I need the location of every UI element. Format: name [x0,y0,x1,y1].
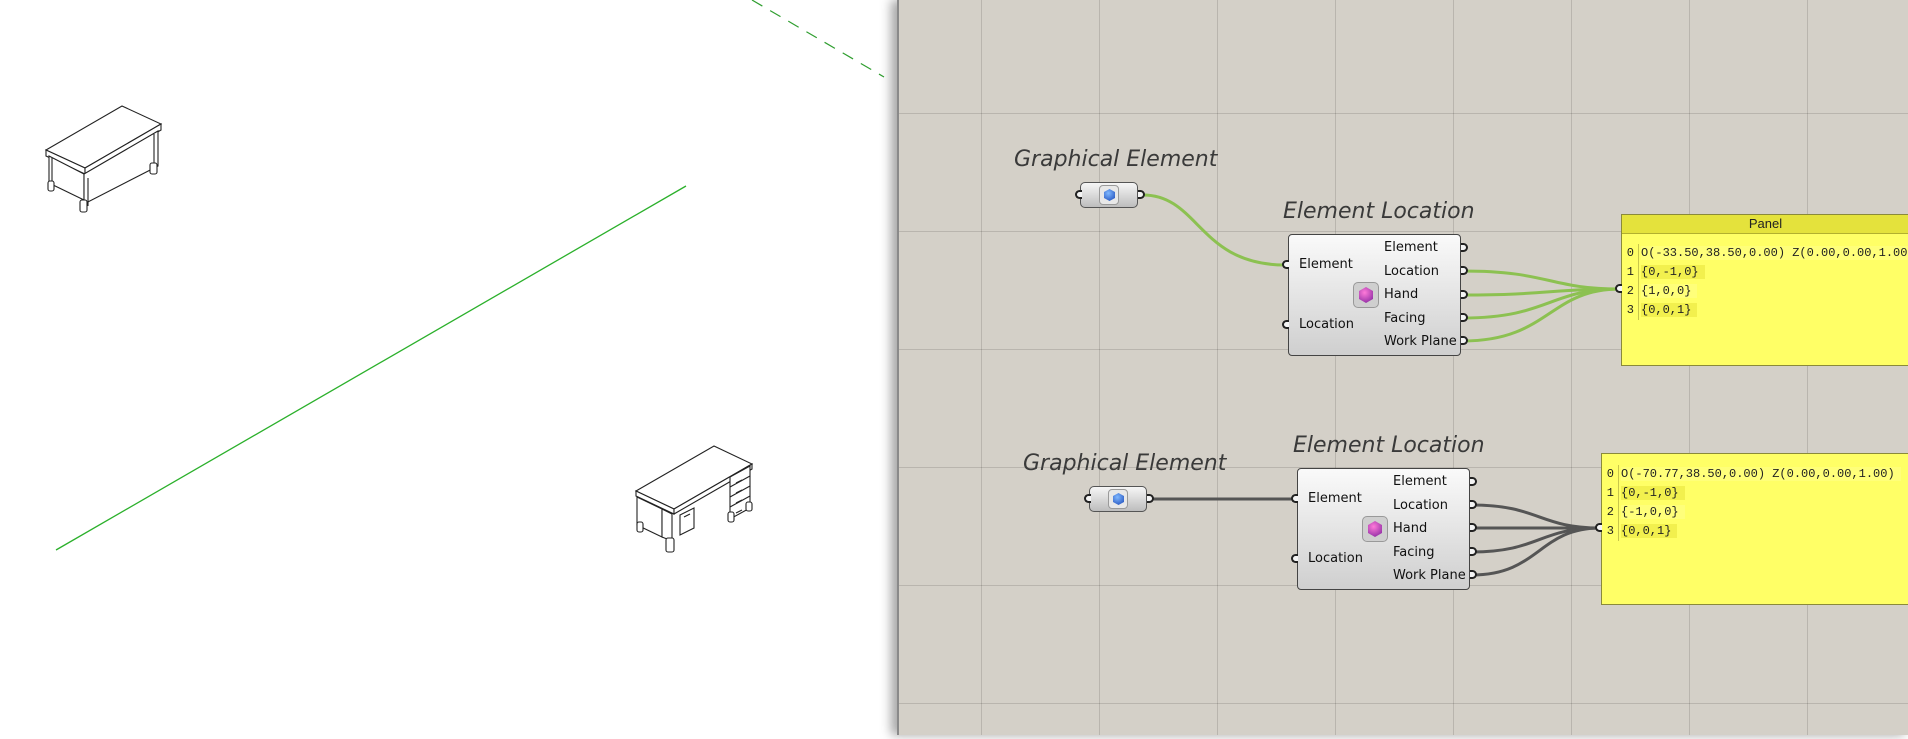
desk-small-icon[interactable] [44,105,163,213]
panel-row: 2 {1,0,0} [1622,282,1908,301]
wire-param-to-element[interactable] [1142,193,1286,267]
panel-row: 2 {-1,0,0} [1602,503,1908,522]
panel-row-value: O(-70.77,38.50,0.00) Z(0.00,0.00,1.00) [1621,467,1901,481]
panel-row-value: O(-33.50,38.50,0.00) Z(0.00,0.00,1.00) [1641,246,1908,260]
panel-row-value: {0,0,1} [1621,524,1678,538]
output-location-label[interactable]: Location [1393,498,1448,513]
output-facing-label[interactable]: Facing [1384,311,1426,326]
panel-row-index: 1 [1602,484,1619,503]
panel-row-index: 0 [1622,244,1639,263]
panel-row: 1 {0,-1,0} [1622,263,1908,282]
panel-row-index: 3 [1622,301,1639,320]
panel-row-value: {0,-1,0} [1641,265,1705,279]
wire-element-output-location-2[interactable] [1471,503,1601,530]
input-location-label[interactable]: Location [1308,551,1363,566]
input-location-grip-2[interactable] [1291,554,1298,563]
panel-row-index: 3 [1602,522,1619,541]
wire-element-output-location[interactable] [1462,269,1621,291]
panel-row-index: 1 [1622,263,1639,282]
graphical-element-title-2: Graphical Element [1023,451,1227,476]
output-element-label[interactable]: Element [1384,240,1438,255]
revit-3d-view[interactable] [0,0,897,735]
grasshopper-canvas[interactable]: Graphical Element Element Location Eleme… [897,0,1908,735]
panel-row-index: 2 [1602,503,1619,522]
panel-row-value: {0,0,1} [1641,303,1698,317]
panel-header[interactable]: Panel [1622,215,1908,234]
wire-element-output-facing-2[interactable] [1471,526,1601,554]
panel-output-1[interactable]: Panel 0 O(-33.50,38.50,0.00) Z(0.00,0.00,… [1621,214,1908,366]
revit-view-canvas [44,0,885,553]
output-facing-label[interactable]: Facing [1393,545,1435,560]
panel-row-value: {0,-1,0} [1621,486,1685,500]
output-workplane-label[interactable]: Work Plane [1393,568,1466,583]
param-input-grip[interactable] [1075,190,1082,199]
element-location-title: Element Location [1283,199,1475,224]
element-location-component[interactable]: Element Location Element Location Hand F… [1288,234,1461,356]
wire-element-output-workplane[interactable] [1462,287,1621,343]
element-location-icon [1362,516,1388,542]
panel-row-value: {1,0,0} [1641,284,1698,298]
input-element-label[interactable]: Element [1299,257,1353,272]
input-element-label[interactable]: Element [1308,491,1362,506]
input-location-grip[interactable] [1282,320,1289,329]
dashed-reference-line [751,0,885,78]
panel-row: 3 {0,0,1} [1602,522,1908,541]
panel-row: 0 O(-33.50,38.50,0.00) Z(0.00,0.00,1.00) [1622,244,1908,263]
panel-input-grip-2[interactable] [1595,523,1602,532]
input-location-label[interactable]: Location [1299,317,1354,332]
desk-with-drawers-icon[interactable] [634,445,754,553]
output-location-label[interactable]: Location [1384,264,1439,279]
graphical-element-title: Graphical Element [1014,147,1218,172]
element-location-component-2[interactable]: Element Location Element Location Hand F… [1297,468,1470,590]
output-hand-label[interactable]: Hand [1384,287,1418,302]
panel-row: 3 {0,0,1} [1622,301,1908,320]
panel-row-value: {-1,0,0} [1621,505,1685,519]
panel-input-grip[interactable] [1615,284,1622,293]
output-workplane-label[interactable]: Work Plane [1384,334,1457,349]
input-element-grip-2[interactable] [1291,494,1298,503]
element-location-title-2: Element Location [1293,433,1485,458]
param-input-grip-2[interactable] [1084,494,1091,503]
output-element-label[interactable]: Element [1393,474,1447,489]
selected-line-element[interactable] [55,185,687,551]
panel-row: 1 {0,-1,0} [1602,484,1908,503]
panel-row-index: 2 [1622,282,1639,301]
panel-row-index: 0 [1602,465,1619,484]
graphical-element-param-2[interactable] [1089,486,1147,512]
input-element-grip[interactable] [1282,260,1289,269]
element-location-icon [1353,282,1379,308]
graphical-element-param[interactable] [1080,182,1138,208]
panel-output-2[interactable]: 0 O(-70.77,38.50,0.00) Z(0.00,0.00,1.00) … [1601,453,1908,605]
revit-element-icon [1108,489,1128,509]
output-hand-label[interactable]: Hand [1393,521,1427,536]
revit-element-icon [1099,185,1119,205]
panel-row: 0 O(-70.77,38.50,0.00) Z(0.00,0.00,1.00) [1602,465,1908,484]
wire-layer [1142,193,1621,577]
